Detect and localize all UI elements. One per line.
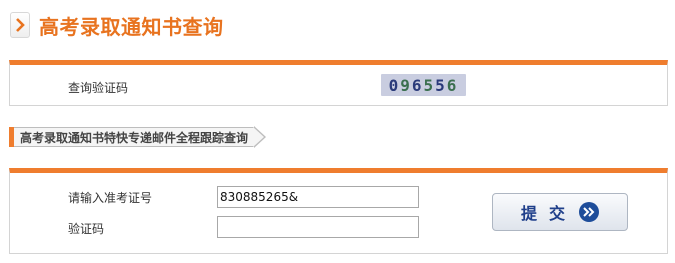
- exam-number-label: 请输入准考证号: [68, 191, 153, 205]
- captcha-panel: 查询验证码 096556: [9, 60, 668, 106]
- query-form-panel: 请输入准考证号 830885265& 验证码 提交: [9, 168, 668, 254]
- express-tracking-tab-label: 高考录取通知书特快专递邮件全程跟踪查询: [14, 127, 255, 147]
- submit-button-label: 提交: [520, 204, 577, 223]
- express-tracking-tab: 高考录取通知书特快专递邮件全程跟踪查询: [9, 126, 267, 148]
- page-title: 高考录取通知书查询: [39, 14, 224, 39]
- captcha-image: 096556: [381, 74, 466, 96]
- chevron-right-icon: [10, 12, 30, 38]
- verification-code-input[interactable]: [217, 216, 419, 238]
- captcha-label: 查询验证码: [68, 81, 129, 95]
- tab-arrow: [253, 126, 267, 148]
- exam-number-input[interactable]: 830885265&: [217, 186, 419, 208]
- double-chevron-right-icon: [579, 202, 599, 222]
- submit-button[interactable]: 提交: [492, 193, 628, 231]
- title-bar: 高考录取通知书查询: [10, 10, 224, 40]
- verification-code-label: 验证码: [68, 222, 105, 236]
